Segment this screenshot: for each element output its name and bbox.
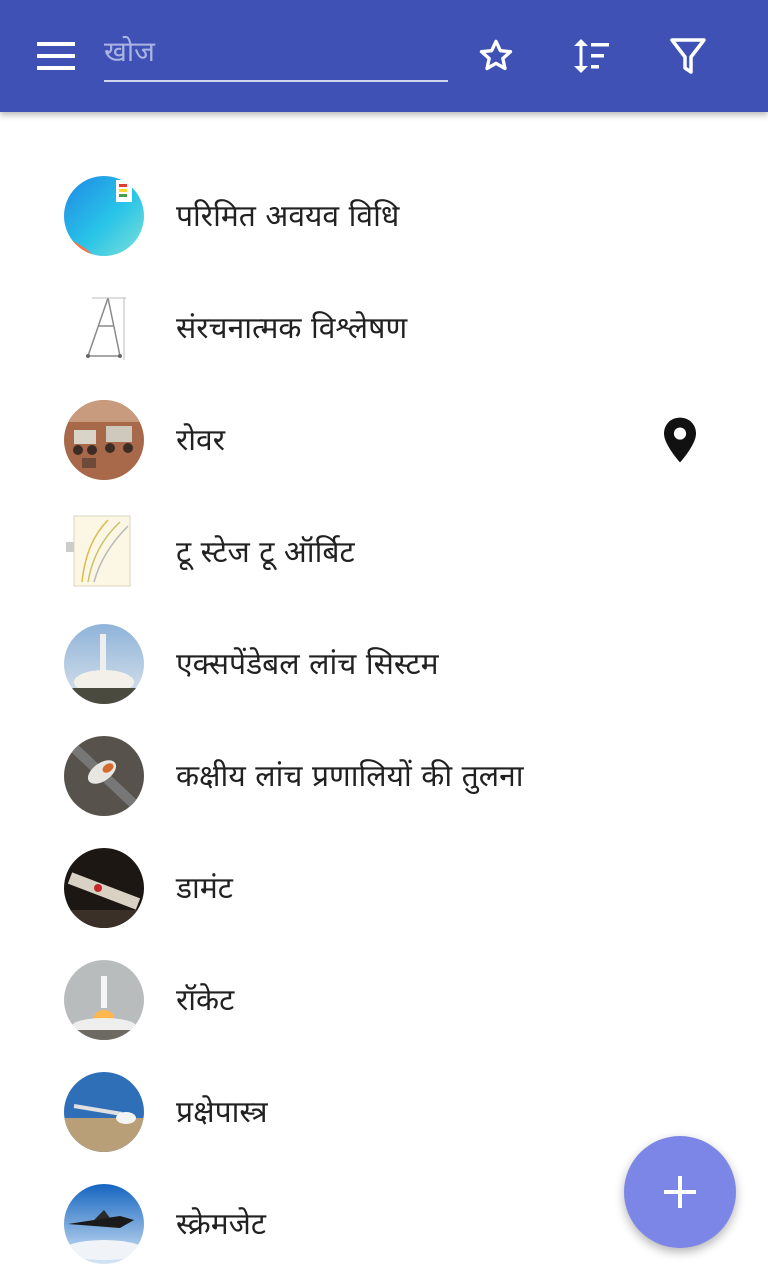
sort-icon (574, 39, 609, 73)
filter-button[interactable] (660, 28, 716, 84)
rover-image (64, 400, 144, 480)
search-input[interactable] (104, 26, 448, 76)
filter-icon (670, 38, 706, 74)
sort-button[interactable] (563, 28, 619, 84)
list-item[interactable]: डामंट (0, 832, 768, 944)
menu-icon (37, 42, 75, 70)
rocket-assembly-image (64, 848, 144, 928)
item-label: रोवर (176, 423, 225, 458)
list-item[interactable]: टू स्टेज टू ऑर्बिट (0, 496, 768, 608)
list-item[interactable]: संरचनात्मक विश्लेषण (0, 272, 768, 384)
list-item[interactable]: रोवर (0, 384, 768, 496)
structure-diagram-image (64, 288, 144, 368)
star-outline-icon (479, 39, 513, 71)
item-label: कक्षीय लांच प्रणालियों की तुलना (176, 759, 524, 794)
item-label: डामंट (176, 871, 233, 906)
finite-element-image (64, 176, 144, 256)
item-label: स्क्रेमजेट (176, 1207, 267, 1242)
search-field (104, 26, 448, 82)
favorites-button[interactable] (468, 28, 524, 84)
search-underline (104, 80, 448, 82)
plus-icon (664, 1176, 696, 1208)
scramjet-aircraft-image (64, 1184, 144, 1264)
spacecraft-image (64, 736, 144, 816)
item-label: टू स्टेज टू ऑर्बिट (176, 535, 355, 570)
item-label: एक्सपेंडेबल लांच सिस्टम (176, 647, 439, 682)
list-item[interactable]: परिमित अवयव विधि (0, 160, 768, 272)
list-item[interactable]: रॉकेट (0, 944, 768, 1056)
item-label: प्रक्षेपास्त्र (176, 1095, 268, 1130)
missile-launch-image (64, 1072, 144, 1152)
item-label: संरचनात्मक विश्लेषण (176, 311, 408, 346)
map-pin-icon[interactable] (660, 416, 700, 464)
rocket-liftoff-image (64, 960, 144, 1040)
graph-image (64, 512, 144, 592)
menu-button[interactable] (22, 30, 90, 82)
rocket-launch-image (64, 624, 144, 704)
list-item[interactable]: एक्सपेंडेबल लांच सिस्टम (0, 608, 768, 720)
app-bar (0, 0, 768, 112)
list-item[interactable]: कक्षीय लांच प्रणालियों की तुलना (0, 720, 768, 832)
item-label: परिमित अवयव विधि (176, 199, 400, 234)
add-button[interactable] (624, 1136, 736, 1248)
item-label: रॉकेट (176, 983, 235, 1018)
